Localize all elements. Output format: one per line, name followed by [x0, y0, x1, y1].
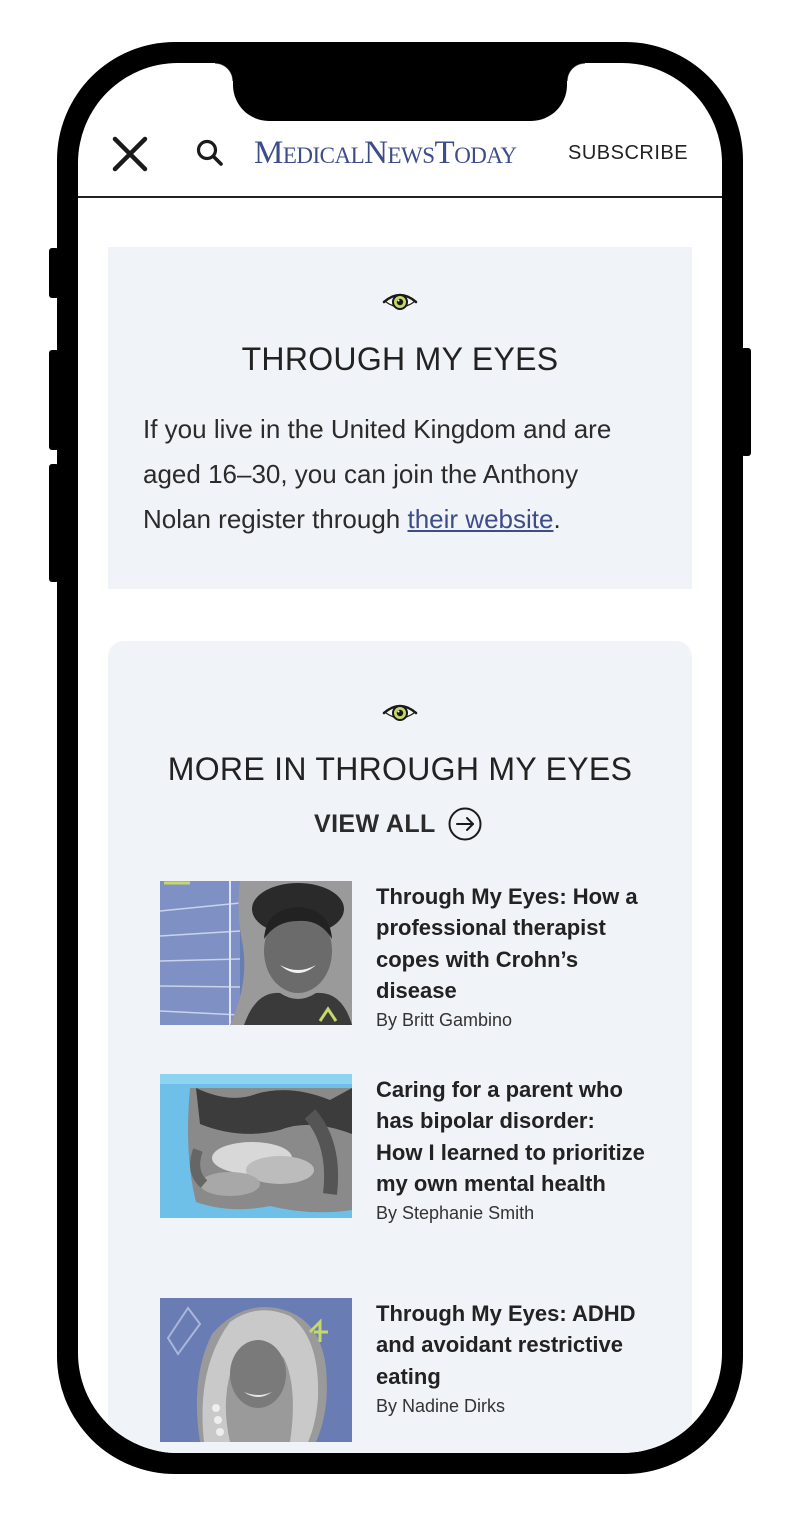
close-icon[interactable]: [111, 135, 149, 173]
phone-notch: [215, 63, 585, 121]
article-author: By Britt Gambino: [376, 1010, 513, 1031]
article-author: By Nadine Dirks: [376, 1395, 506, 1416]
article-thumbnail-holding-hands: [160, 1074, 352, 1218]
side-button-volume-down: [49, 464, 59, 582]
their-website-link[interactable]: their website: [407, 504, 553, 534]
article-thumbnail-woman-selfie: [160, 1298, 352, 1442]
article-text: Through My Eyes: How a professional ther…: [376, 881, 646, 1032]
phone-frame: MedicalNewsToday SUBSCRIBE THROUGH MY EY…: [49, 42, 751, 1474]
article-item-therapist-crohns[interactable]: Through My Eyes: How a professional ther…: [160, 881, 640, 1031]
callout-body: If you live in the United Kingdom and ar…: [143, 407, 643, 542]
arrow-right-circle-icon: [448, 807, 482, 841]
side-button-mute: [49, 248, 59, 298]
view-all-link[interactable]: VIEW ALL: [314, 806, 482, 842]
side-button-volume-up: [49, 350, 59, 450]
screen: MedicalNewsToday SUBSCRIBE THROUGH MY EY…: [78, 63, 722, 1453]
more-in-through-my-eyes-section: MORE IN THROUGH MY EYES VIEW ALL Through…: [108, 641, 692, 1453]
view-all-label: VIEW ALL: [314, 809, 436, 838]
callout-title: THROUGH MY EYES: [241, 341, 559, 377]
section-title: MORE IN THROUGH MY EYES: [167, 751, 633, 787]
article-title[interactable]: Caring for a parent who has bipolar diso…: [376, 1074, 646, 1199]
eye-icon: [382, 704, 418, 721]
article-title[interactable]: Through My Eyes: ADHD and avoidant restr…: [376, 1298, 646, 1392]
callout-body-end: .: [553, 504, 561, 534]
through-my-eyes-callout: THROUGH MY EYES If you live in the Unite…: [108, 247, 692, 589]
article-author: By Stephanie Smith: [376, 1203, 535, 1224]
article-title[interactable]: Through My Eyes: How a professional ther…: [376, 881, 646, 1006]
eye-icon: [382, 293, 418, 310]
subscribe-link[interactable]: SUBSCRIBE: [568, 141, 688, 165]
article-text: Caring for a parent who has bipolar diso…: [376, 1074, 646, 1225]
search-icon[interactable]: [195, 138, 225, 168]
article-text: Through My Eyes: ADHD and avoidant restr…: [376, 1298, 646, 1418]
side-button-power: [741, 348, 751, 456]
article-thumbnail-woman-portrait: [160, 881, 352, 1025]
article-item-adhd-eating[interactable]: Through My Eyes: ADHD and avoidant restr…: [160, 1298, 640, 1448]
site-logo[interactable]: MedicalNewsToday: [254, 133, 554, 173]
article-item-bipolar-parent[interactable]: Caring for a parent who has bipolar diso…: [160, 1074, 645, 1254]
